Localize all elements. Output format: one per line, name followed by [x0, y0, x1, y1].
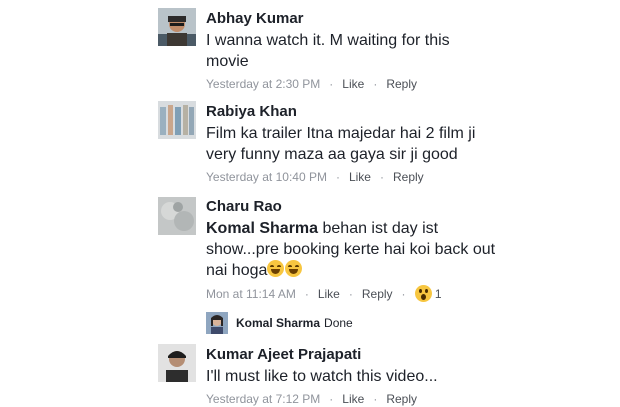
avatar[interactable]	[158, 197, 196, 235]
comment-author[interactable]: Kumar Ajeet Prajapati	[206, 346, 496, 364]
mention-link[interactable]: Komal Sharma	[206, 220, 318, 237]
separator: ·	[401, 287, 406, 301]
comment-author[interactable]: Charu Rao	[206, 198, 496, 216]
comment-timestamp[interactable]: Mon at 11:14 AM	[206, 287, 296, 301]
reply-button[interactable]: Reply	[386, 392, 417, 406]
comment-meta: Yesterday at 2:30 PM · Like · Reply	[206, 76, 496, 92]
reply-preview[interactable]: Komal Sharma Done	[206, 312, 353, 334]
separator: ·	[373, 77, 378, 91]
like-button[interactable]: Like	[342, 77, 364, 91]
reply-button[interactable]: Reply	[386, 77, 417, 91]
separator: ·	[379, 170, 384, 184]
like-button[interactable]: Like	[318, 287, 340, 301]
comment-author[interactable]: Abhay Kumar	[206, 10, 496, 28]
comment-text: I'll must like to watch this video...	[206, 368, 438, 385]
like-button[interactable]: Like	[349, 170, 371, 184]
avatar[interactable]	[206, 312, 228, 334]
grinning-sweat-emoji-icon	[285, 260, 303, 277]
separator: ·	[335, 170, 340, 184]
separator: ·	[373, 392, 378, 406]
comment-timestamp[interactable]: Yesterday at 10:40 PM	[206, 170, 327, 184]
comment-meta: Yesterday at 10:40 PM · Like · Reply	[206, 169, 496, 185]
comment-meta: Mon at 11:14 AM · Like · Reply · 1	[206, 285, 496, 302]
separator: ·	[329, 77, 334, 91]
reply-author[interactable]: Komal Sharma	[236, 316, 320, 330]
wow-reaction-icon[interactable]	[414, 285, 432, 302]
reply-button[interactable]: Reply	[362, 287, 393, 301]
reply-button[interactable]: Reply	[393, 170, 424, 184]
comment-text: Komal Sharma behan ist day ist show...pr…	[206, 218, 496, 281]
grinning-sweat-emoji-icon	[267, 260, 285, 277]
comment-text: Film ka trailer Itna majedar hai 2 film …	[206, 125, 476, 163]
comment-text: I wanna watch it. M waiting for this mov…	[206, 32, 450, 70]
comment-author[interactable]: Rabiya Khan	[206, 103, 496, 121]
like-button[interactable]: Like	[342, 392, 364, 406]
avatar[interactable]	[158, 101, 196, 139]
comment-timestamp[interactable]: Yesterday at 2:30 PM	[206, 77, 320, 91]
reaction-count[interactable]: 1	[435, 287, 442, 301]
reply-text: Done	[324, 316, 353, 330]
separator: ·	[329, 392, 334, 406]
avatar[interactable]	[158, 8, 196, 46]
comment-meta: Yesterday at 7:12 PM · Like · Reply	[206, 391, 496, 407]
separator: ·	[304, 287, 309, 301]
separator: ·	[348, 287, 353, 301]
comment-timestamp[interactable]: Yesterday at 7:12 PM	[206, 392, 320, 406]
avatar[interactable]	[158, 344, 196, 382]
